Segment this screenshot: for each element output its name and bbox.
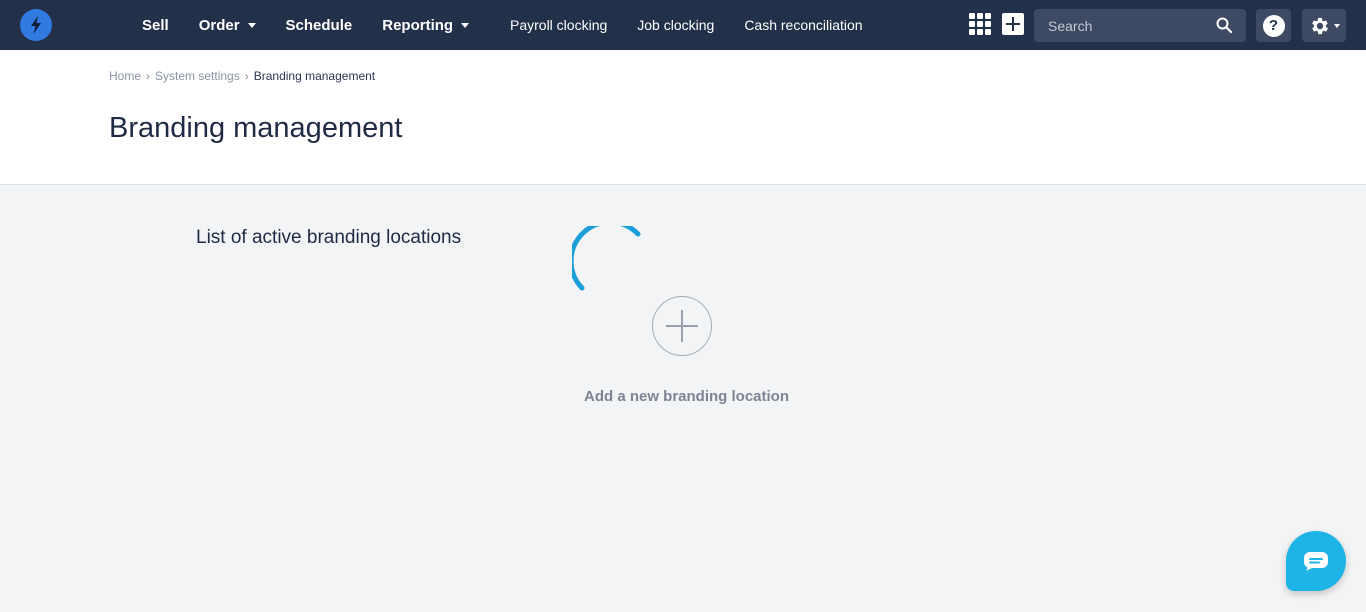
breadcrumb-separator: › [146, 69, 151, 83]
nav-sell[interactable]: Sell [142, 17, 169, 34]
plus-icon[interactable] [1002, 13, 1024, 35]
help-icon: ? [1262, 14, 1285, 37]
nav-order-label: Order [198, 16, 240, 34]
help-button[interactable]: ? [1256, 9, 1291, 42]
chevron-down-icon [461, 22, 470, 28]
nav-payroll-clocking[interactable]: Payroll clocking [510, 17, 607, 33]
page-title: Branding management [109, 112, 403, 144]
apps-grid-icon[interactable] [969, 13, 991, 35]
nav-reporting-label: Reporting [382, 16, 454, 34]
top-navbar: Sell Order Schedule Reporting Payroll cl… [0, 0, 1366, 50]
nav-order[interactable]: Order [199, 17, 256, 34]
nav-job-clocking[interactable]: Job clocking [637, 17, 714, 33]
nav-sell-label: Sell [142, 16, 169, 34]
nav-schedule[interactable]: Schedule [286, 17, 353, 34]
chevron-down-icon [1333, 23, 1340, 28]
nav-cash-reconciliation[interactable]: Cash reconciliation [744, 17, 862, 33]
main-nav: Sell Order Schedule Reporting [142, 0, 499, 50]
chat-icon [1304, 552, 1328, 571]
add-branding-location-link[interactable]: Add a new branding location [584, 388, 789, 405]
search-box [1034, 9, 1246, 42]
settings-button[interactable] [1302, 9, 1346, 42]
bolt-icon [31, 16, 41, 34]
nav-reporting[interactable]: Reporting [382, 16, 470, 34]
breadcrumb-system-settings[interactable]: System settings [155, 69, 240, 83]
app-logo[interactable] [20, 9, 52, 41]
breadcrumb: Home › System settings › Branding manage… [109, 69, 375, 83]
search-input[interactable] [1034, 9, 1214, 42]
chevron-down-icon [247, 22, 256, 28]
nav-schedule-label: Schedule [285, 16, 353, 34]
breadcrumb-home[interactable]: Home [109, 69, 141, 83]
page-header: Home › System settings › Branding manage… [0, 50, 1366, 185]
chat-launcher-button[interactable] [1286, 531, 1346, 591]
add-circle-icon[interactable] [652, 296, 712, 356]
spinner-icon [572, 226, 641, 291]
secondary-nav: Payroll clocking Job clocking Cash recon… [510, 0, 893, 50]
section-title: List of active branding locations [196, 227, 462, 248]
breadcrumb-separator: › [244, 69, 249, 83]
search-icon[interactable] [1216, 17, 1232, 33]
gear-icon [1311, 17, 1328, 34]
breadcrumb-current: Branding management [253, 69, 376, 83]
